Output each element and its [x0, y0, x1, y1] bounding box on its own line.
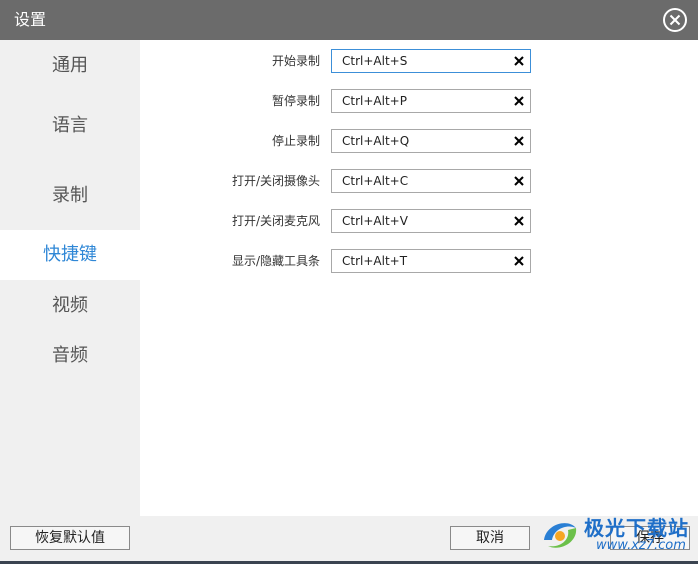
cancel-button[interactable]: 取消 — [450, 526, 530, 550]
sidebar-item-video[interactable]: 视频 — [0, 281, 140, 331]
hotkey-input-toggle-microphone[interactable]: Ctrl+Alt+V — [331, 209, 531, 233]
hotkey-row-toggle-camera: 打开/关闭摄像头 Ctrl+Alt+C — [140, 169, 698, 193]
clear-x-icon[interactable] — [512, 94, 526, 108]
clear-x-icon[interactable] — [512, 174, 526, 188]
sidebar-item-general[interactable]: 通用 — [0, 41, 140, 91]
hotkey-input-stop-recording[interactable]: Ctrl+Alt+Q — [331, 129, 531, 153]
hotkey-input-toggle-toolbar[interactable]: Ctrl+Alt+T — [331, 249, 531, 273]
hotkey-input-toggle-camera[interactable]: Ctrl+Alt+C — [331, 169, 531, 193]
hotkey-row-pause-recording: 暂停录制 Ctrl+Alt+P — [140, 89, 698, 113]
settings-sidebar: 通用 语言 录制 快捷键 视频 音频 — [0, 40, 140, 516]
hotkey-label: 开始录制 — [271, 54, 320, 68]
sidebar-item-label: 通用 — [52, 55, 88, 76]
restore-defaults-button[interactable]: 恢复默认值 — [10, 526, 130, 550]
save-button[interactable]: 保存 — [610, 526, 690, 550]
sidebar-item-hotkeys[interactable]: 快捷键 — [0, 230, 140, 280]
clear-x-icon[interactable] — [512, 54, 526, 68]
hotkey-input-pause-recording[interactable]: Ctrl+Alt+P — [331, 89, 531, 113]
hotkey-value: Ctrl+Alt+P — [342, 94, 407, 108]
sidebar-item-recording[interactable]: 录制 — [0, 171, 140, 221]
hotkey-label: 停止录制 — [271, 134, 320, 148]
hotkey-label: 打开/关闭麦克风 — [231, 214, 320, 228]
hotkey-value: Ctrl+Alt+T — [342, 254, 408, 268]
sidebar-item-label: 快捷键 — [43, 244, 97, 265]
close-circle-icon — [663, 8, 687, 32]
window-title: 设置 — [14, 10, 47, 29]
sidebar-item-label: 录制 — [52, 185, 88, 206]
title-bar: 设置 — [0, 0, 698, 40]
hotkey-value: Ctrl+Alt+C — [342, 174, 409, 188]
hotkey-value: Ctrl+Alt+S — [342, 54, 408, 68]
clear-x-icon[interactable] — [512, 134, 526, 148]
hotkey-row-start-recording: 开始录制 Ctrl+Alt+S — [140, 49, 698, 73]
dialog-footer: 恢复默认值 取消 保存 — [0, 516, 698, 564]
hotkey-row-toggle-toolbar: 显示/隐藏工具条 Ctrl+Alt+T — [140, 249, 698, 273]
sidebar-item-label: 音频 — [52, 345, 88, 366]
sidebar-item-audio[interactable]: 音频 — [0, 331, 140, 381]
hotkey-settings-panel: 开始录制 Ctrl+Alt+S 暂停录制 Ctrl+Alt+P 停止录制 Ctr… — [140, 40, 698, 516]
close-button[interactable] — [662, 7, 688, 33]
clear-x-icon[interactable] — [512, 214, 526, 228]
hotkey-row-stop-recording: 停止录制 Ctrl+Alt+Q — [140, 129, 698, 153]
hotkey-value: Ctrl+Alt+V — [342, 214, 408, 228]
clear-x-icon[interactable] — [512, 254, 526, 268]
hotkey-label: 打开/关闭摄像头 — [231, 174, 320, 188]
sidebar-item-language[interactable]: 语言 — [0, 101, 140, 151]
hotkey-input-start-recording[interactable]: Ctrl+Alt+S — [331, 49, 531, 73]
hotkey-label: 暂停录制 — [271, 94, 320, 108]
sidebar-item-label: 视频 — [52, 295, 88, 316]
hotkey-label: 显示/隐藏工具条 — [231, 254, 320, 268]
hotkey-value: Ctrl+Alt+Q — [342, 134, 410, 148]
sidebar-item-label: 语言 — [52, 115, 88, 136]
hotkey-row-toggle-microphone: 打开/关闭麦克风 Ctrl+Alt+V — [140, 209, 698, 233]
